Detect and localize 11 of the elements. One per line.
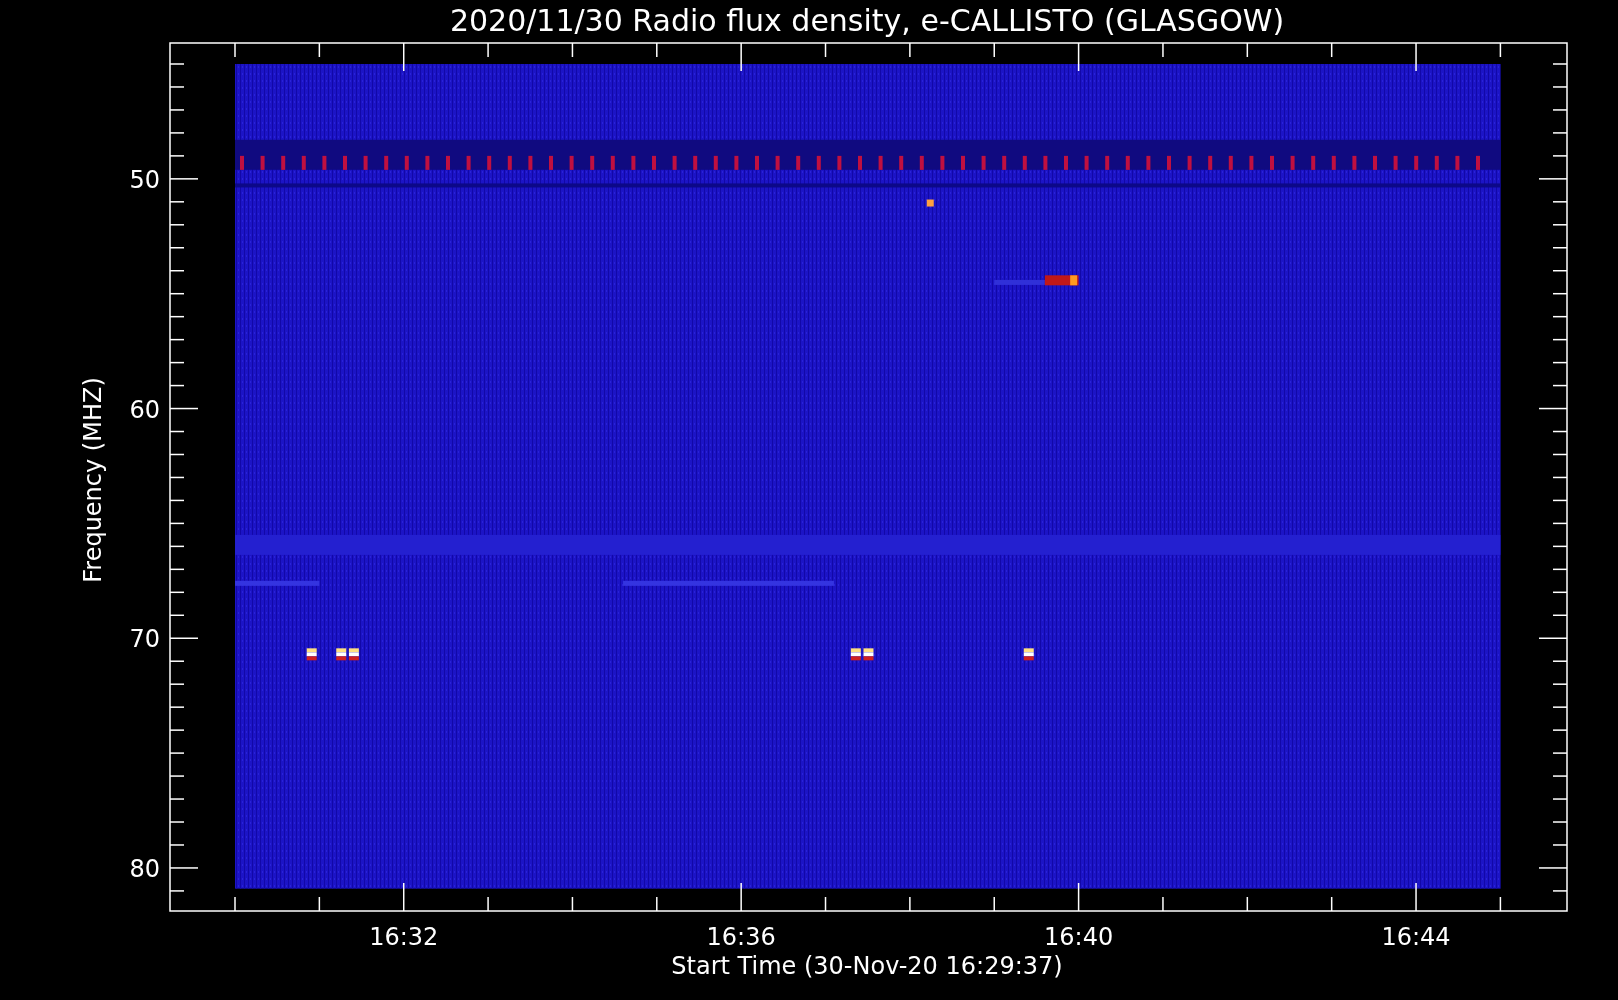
axis-tick-label: 16:44	[1381, 923, 1451, 951]
axis-label: Start Time (30-Nov-20 16:29:37)	[671, 952, 1063, 980]
axis-tick-label: 16:32	[369, 923, 439, 951]
axis-tick-label: 80	[129, 854, 160, 883]
chart-title: 2020/11/30 Radio flux density, e-CALLISTO (GLASGOW)	[449, 3, 1285, 38]
axis-label: Frequency (MHZ)	[79, 377, 107, 583]
axis-tick-label: 16:36	[706, 923, 776, 951]
axis-tick-label: 60	[129, 395, 160, 424]
axis-tick-label: 16:40	[1044, 923, 1114, 951]
axis-tick-label: 50	[129, 165, 160, 194]
axis-tick-label: 70	[129, 625, 160, 654]
